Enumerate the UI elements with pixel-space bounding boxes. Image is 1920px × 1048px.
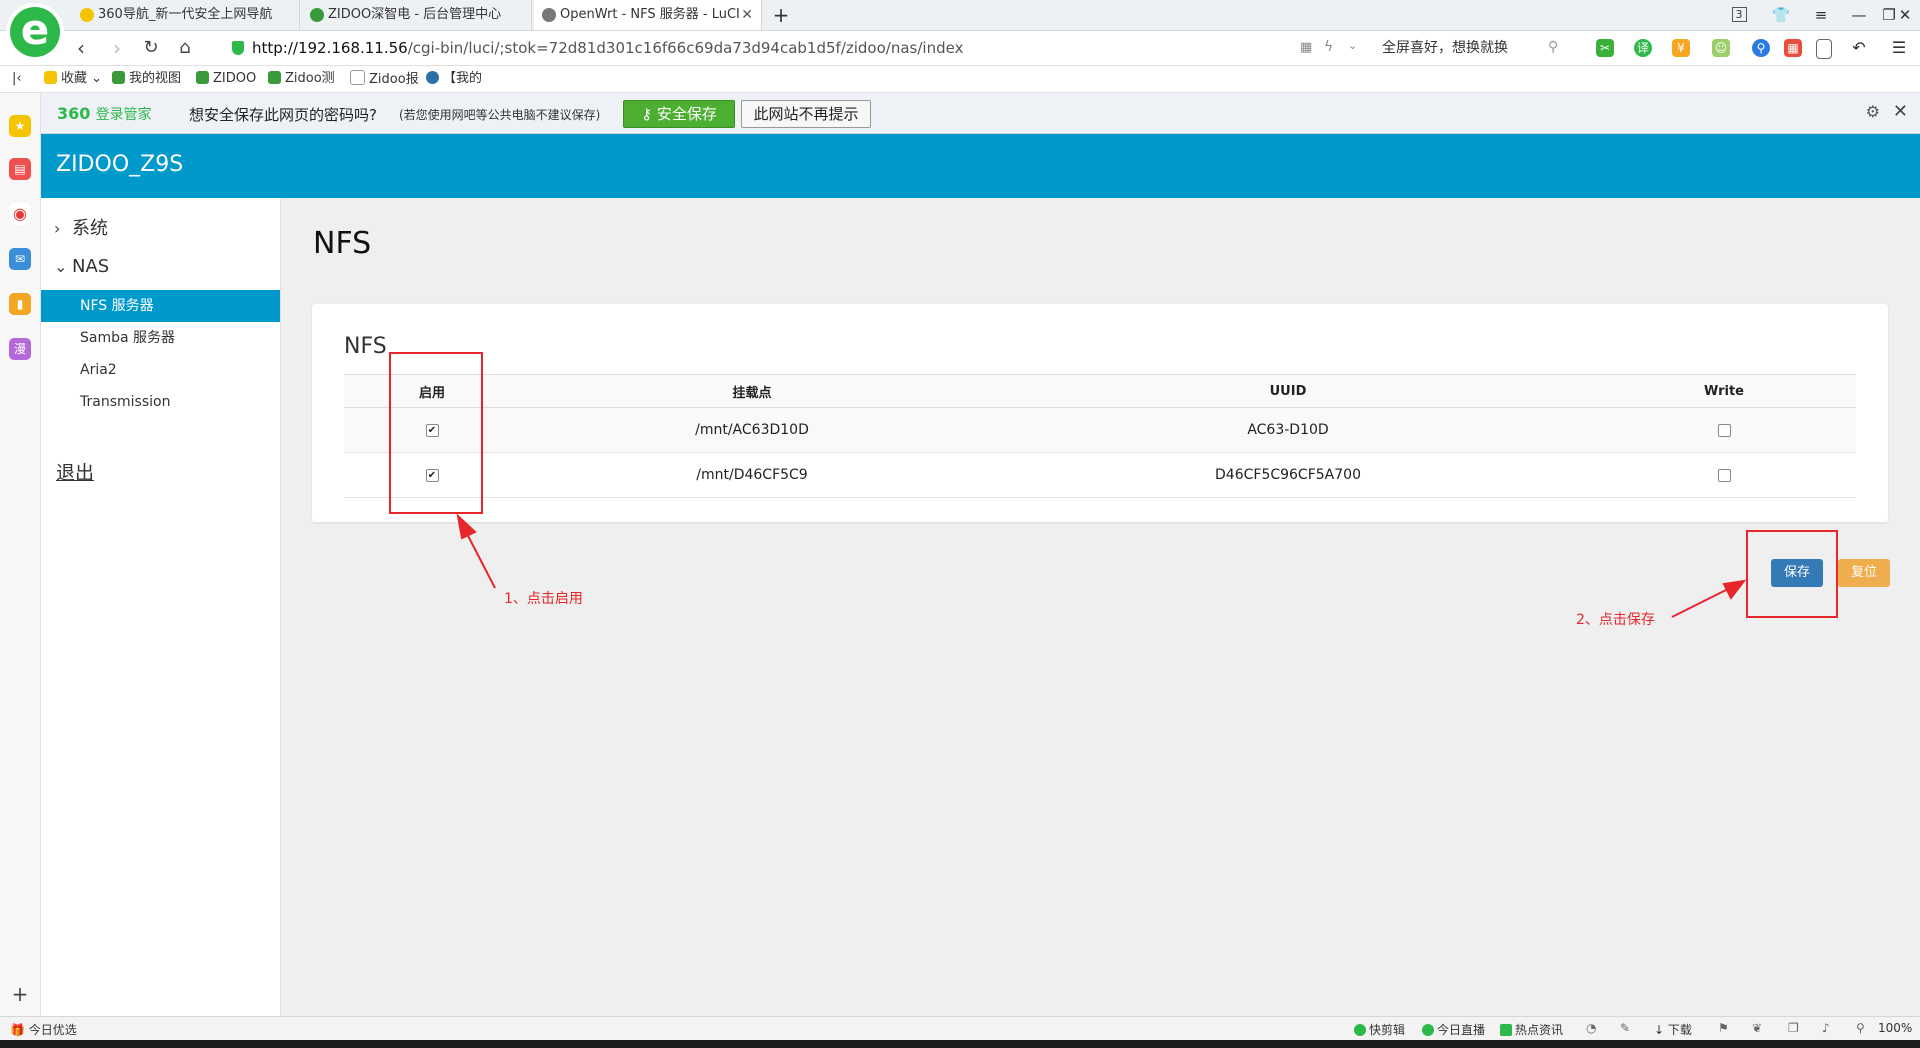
status-label: 热点资讯 bbox=[1515, 1023, 1564, 1037]
taskbar bbox=[0, 1040, 1920, 1048]
arrow-head-2 bbox=[1722, 579, 1747, 600]
play-icon bbox=[1422, 1024, 1434, 1036]
volume-icon[interactable]: ♪ bbox=[1822, 1021, 1830, 1035]
arrow-head-1 bbox=[456, 513, 477, 540]
download-icon: ↓ bbox=[1654, 1023, 1665, 1037]
zoom-level[interactable]: 100% bbox=[1878, 1021, 1912, 1035]
zoom-icon[interactable]: ⚲ bbox=[1856, 1021, 1865, 1035]
today-picks-label: 今日优选 bbox=[28, 1023, 77, 1037]
arrow-line-2 bbox=[1671, 587, 1731, 618]
flag-icon[interactable]: ⚑ bbox=[1718, 1021, 1729, 1035]
status-hot-news[interactable]: 热点资讯 bbox=[1500, 1021, 1563, 1038]
browser-logo-icon[interactable]: e bbox=[10, 7, 60, 57]
gift-icon: 🎁 bbox=[10, 1023, 25, 1037]
status-live[interactable]: 今日直播 bbox=[1422, 1021, 1485, 1038]
leaf-icon[interactable]: ❦ bbox=[1752, 1021, 1762, 1035]
news-icon bbox=[1500, 1024, 1512, 1036]
status-download[interactable]: ↓ 下载 bbox=[1654, 1021, 1692, 1038]
status-label: 下载 bbox=[1667, 1023, 1692, 1037]
annotation-arrows bbox=[456, 513, 1747, 618]
annotation-step2: 2、点击保存 bbox=[1576, 612, 1655, 628]
annotation-step1: 1、点击启用 bbox=[504, 591, 583, 607]
window-icon[interactable]: ❐ bbox=[1788, 1021, 1799, 1035]
arrow-line-1 bbox=[463, 527, 496, 589]
play-icon bbox=[1354, 1024, 1366, 1036]
status-quick-cut[interactable]: 快剪辑 bbox=[1354, 1021, 1405, 1038]
speed-icon[interactable]: ◔ bbox=[1586, 1021, 1596, 1035]
today-picks[interactable]: 🎁 今日优选 bbox=[10, 1021, 77, 1038]
pin-icon[interactable]: ✎ bbox=[1620, 1021, 1630, 1035]
status-bar: 🎁 今日优选 快剪辑 今日直播 热点资讯 ◔ ✎ ↓ 下载 ⚑ ❦ ❐ ♪ ⚲ … bbox=[0, 1016, 1920, 1041]
status-label: 今日直播 bbox=[1437, 1023, 1486, 1037]
status-label: 快剪辑 bbox=[1369, 1023, 1406, 1037]
